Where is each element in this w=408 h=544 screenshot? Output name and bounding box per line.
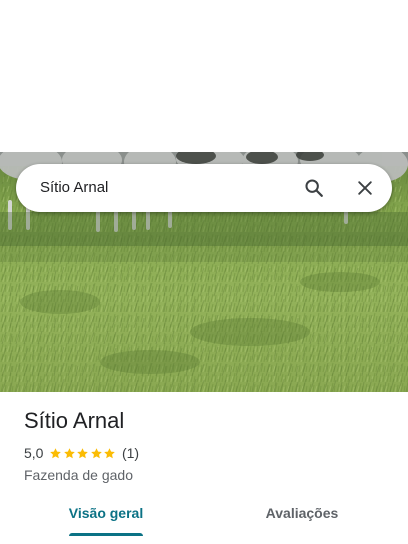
- review-count: (1): [121, 445, 140, 461]
- clear-search-button[interactable]: [349, 172, 381, 204]
- active-tab-indicator: [69, 533, 143, 536]
- rating-value: 5,0: [24, 445, 44, 461]
- place-category: Fazenda de gado: [24, 467, 133, 483]
- search-bar[interactable]: Sítio Arnal: [16, 164, 392, 212]
- map-blank-area: [0, 0, 408, 152]
- place-info: Sítio Arnal 5,0 (1) Fazenda de gado: [24, 404, 384, 484]
- place-title: Sítio Arnal: [24, 408, 125, 433]
- search-input[interactable]: Sítio Arnal: [40, 164, 108, 212]
- tab-overview[interactable]: Visão geral: [60, 494, 152, 536]
- star-icon: [77, 447, 89, 458]
- tab-reviews[interactable]: Avaliações: [252, 494, 352, 536]
- search-icon: [305, 179, 323, 197]
- star-icon: [64, 447, 75, 458]
- star-icon: [91, 447, 102, 458]
- rating-row[interactable]: 5,0 (1): [24, 444, 384, 462]
- search-button[interactable]: [298, 172, 330, 204]
- close-icon: [358, 181, 372, 195]
- star-rating: [49, 447, 117, 460]
- star-icon: [50, 447, 62, 458]
- tab-bar: Visão geral Avaliações: [0, 494, 408, 544]
- star-icon: [104, 447, 116, 458]
